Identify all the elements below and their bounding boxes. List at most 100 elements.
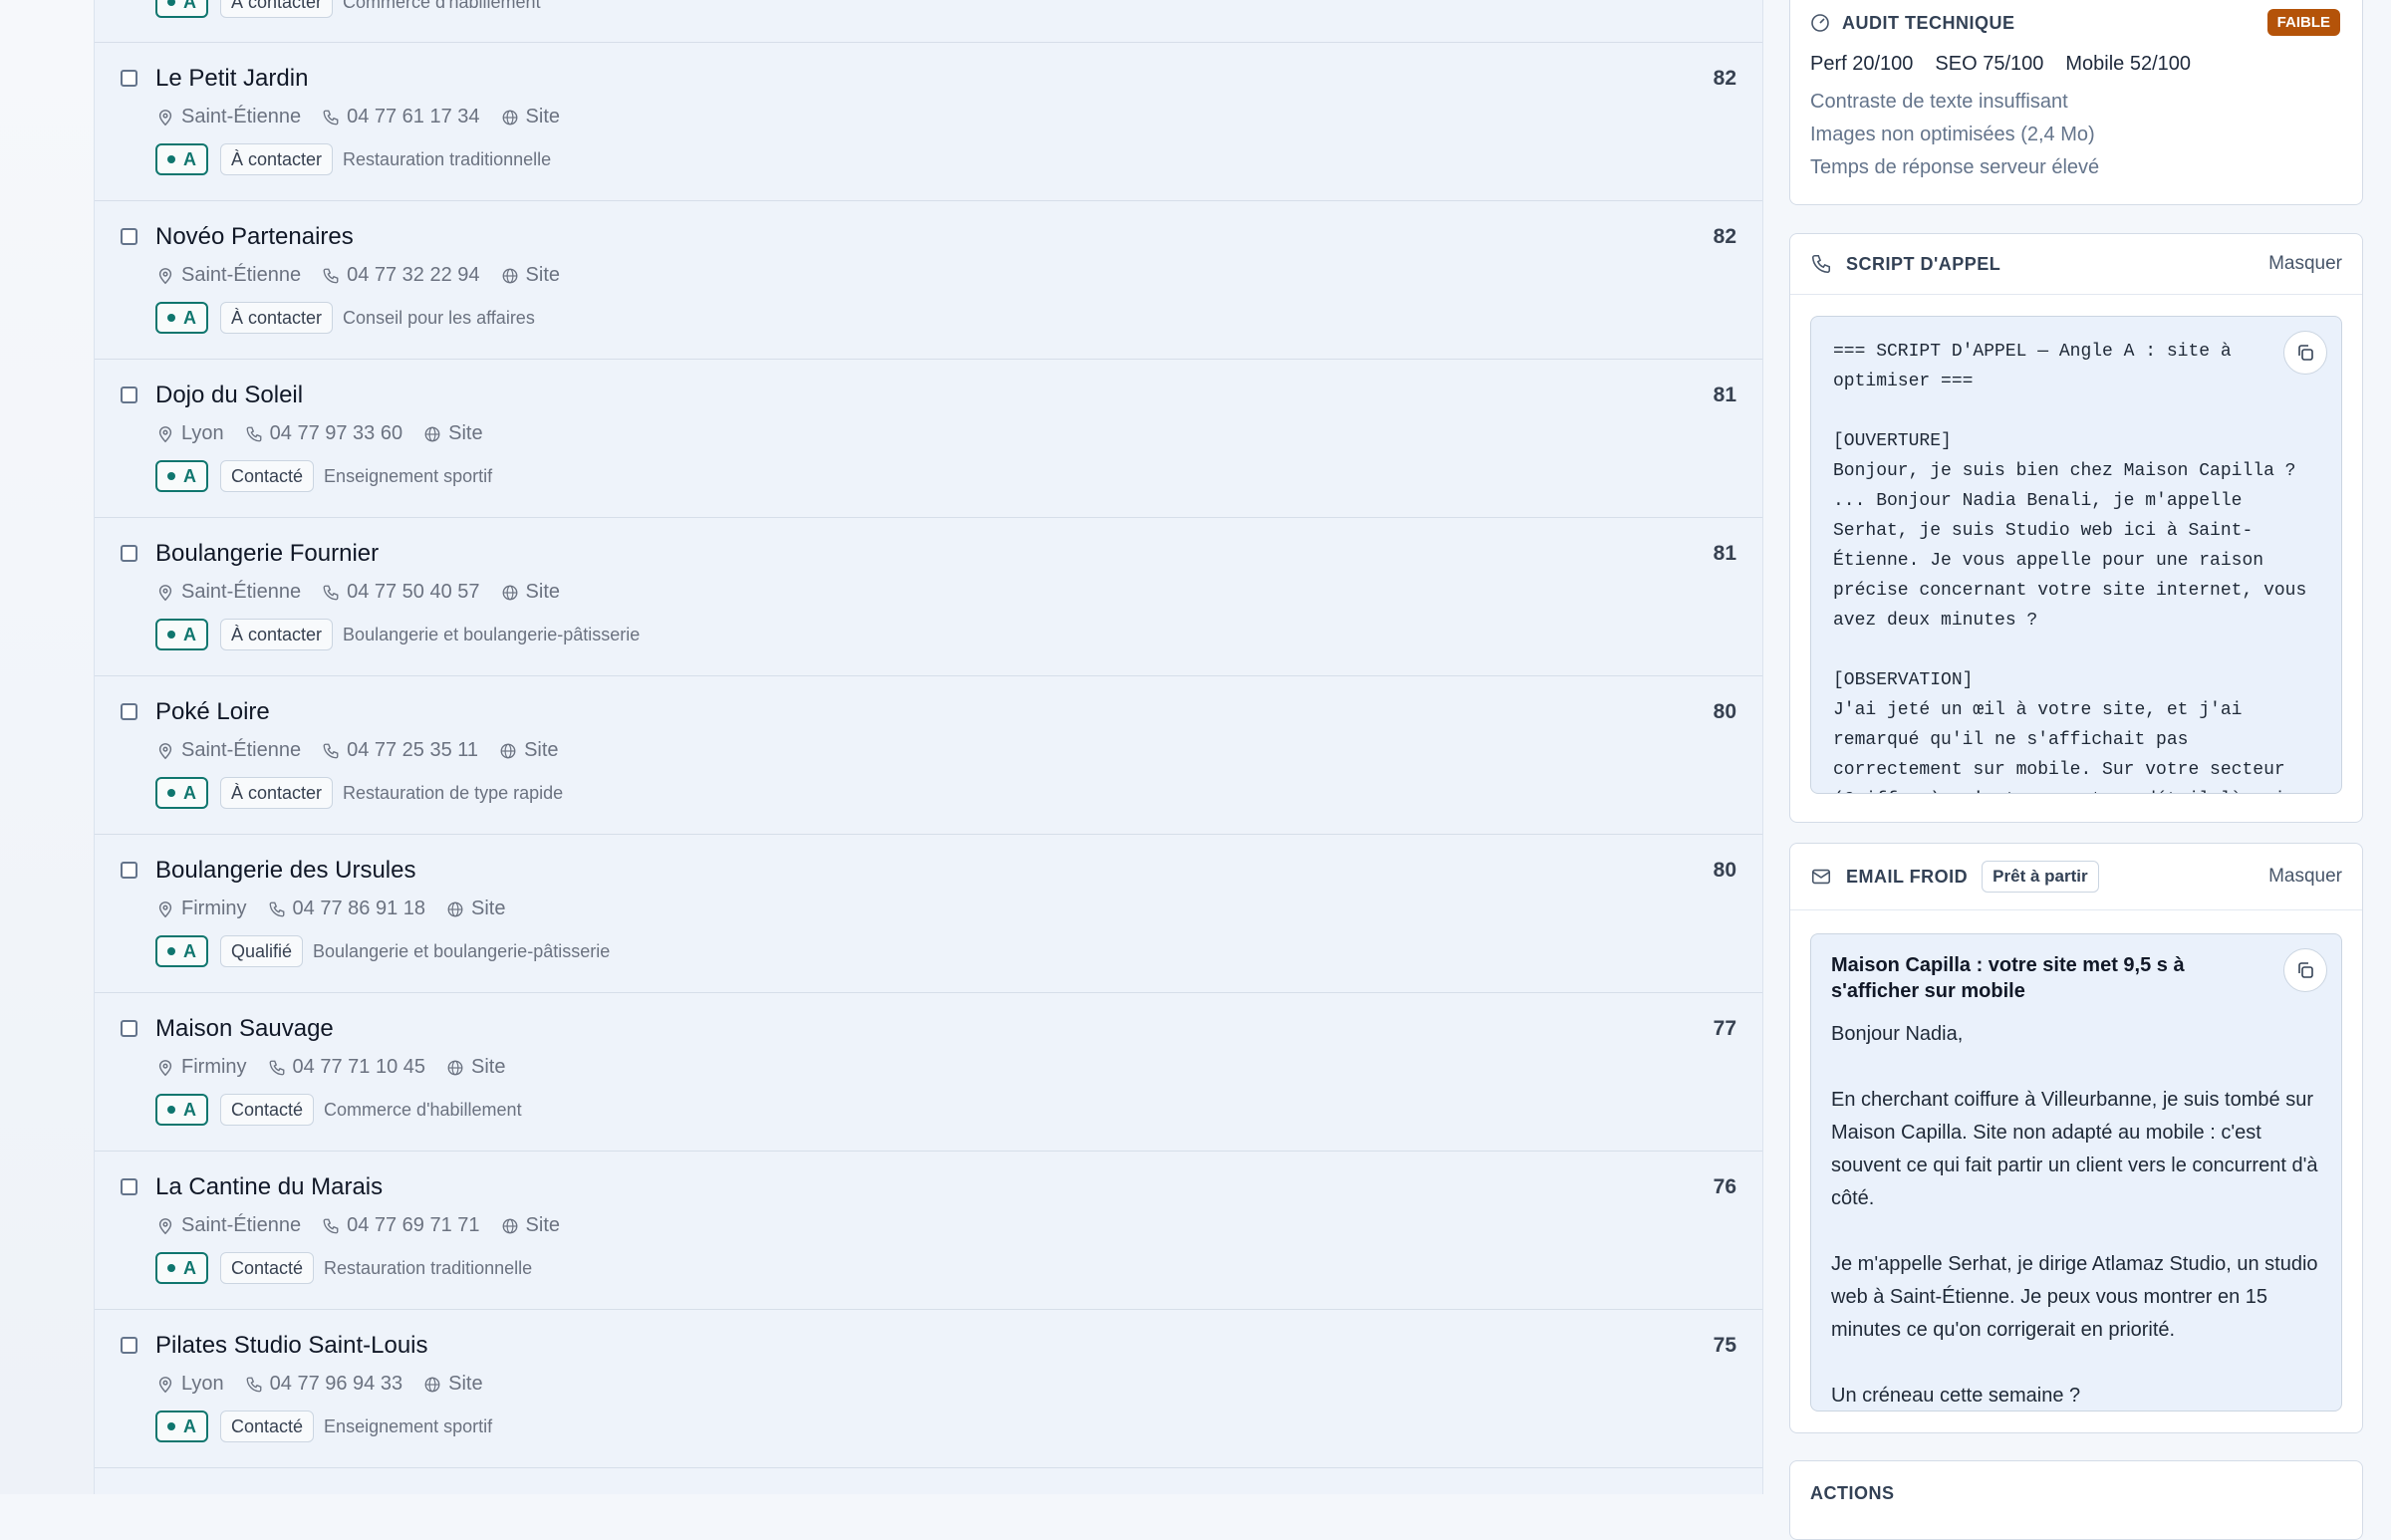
lead-city: Saint-Étienne bbox=[155, 106, 301, 128]
lead-site-link[interactable]: Site bbox=[500, 1214, 560, 1237]
lead-checkbox[interactable] bbox=[121, 386, 137, 403]
globe-icon bbox=[500, 108, 520, 128]
lead-name[interactable]: Novéo Partenaires bbox=[155, 223, 354, 251]
phone-icon bbox=[321, 741, 341, 761]
lead-row[interactable]: Boulangerie Fournier 81 Saint-Étienne 04 77… bbox=[95, 518, 1762, 676]
lead-name[interactable]: Poké Loire bbox=[155, 698, 270, 726]
lead-checkbox[interactable] bbox=[121, 545, 137, 562]
angle-dot-icon bbox=[167, 0, 175, 6]
status-tag[interactable]: À contacter bbox=[220, 143, 334, 175]
status-tag[interactable]: À contacter bbox=[220, 619, 334, 650]
status-tag[interactable]: Contacté bbox=[220, 1094, 315, 1126]
lead-row[interactable]: Poké Loire 80 Saint-Étienne 04 77 25 35 11 S… bbox=[95, 676, 1762, 835]
lead-checkbox[interactable] bbox=[121, 228, 137, 245]
lead-checkbox[interactable] bbox=[121, 703, 137, 720]
cold-email-card: EMAIL FROID Prêt à partir Masquer Maison… bbox=[1789, 843, 2363, 1433]
lead-row[interactable]: Boulangerie des Ursules 80 Firminy 04 77 86… bbox=[95, 835, 1762, 993]
phone-icon bbox=[267, 1058, 287, 1078]
lead-tags: A Contacté Commerce d'habillement bbox=[155, 1094, 522, 1126]
status-tag[interactable]: Qualifié bbox=[220, 935, 304, 967]
status-tag[interactable]: Contacté bbox=[220, 460, 315, 492]
lead-site-link[interactable]: Site bbox=[498, 739, 559, 762]
lead-meta: Saint-Étienne 04 77 61 17 34 Site bbox=[155, 106, 580, 128]
lead-name[interactable]: Pilates Studio Saint-Louis bbox=[155, 1332, 428, 1360]
map-pin-icon bbox=[155, 1375, 175, 1395]
lead-site-link[interactable]: Site bbox=[500, 581, 560, 604]
lead-city: Saint-Étienne bbox=[155, 739, 301, 762]
category-text: Commerce d'habillement bbox=[343, 0, 541, 12]
lead-row[interactable]: Maison Sauvage 77 Firminy 04 77 71 10 45 Sit… bbox=[95, 993, 1762, 1152]
email-box: Maison Capilla : votre site met 9,5 s à … bbox=[1810, 933, 2342, 1412]
lead-checkbox[interactable] bbox=[121, 1178, 137, 1195]
lead-checkbox[interactable] bbox=[121, 1337, 137, 1354]
lead-phone[interactable]: 04 77 86 91 18 bbox=[267, 898, 425, 920]
lead-score: 81 bbox=[1713, 542, 1736, 565]
lead-meta: Saint-Étienne 04 77 69 71 71 Site bbox=[155, 1214, 580, 1237]
lead-tags: A Qualifié Boulangerie et boulangerie-pâti… bbox=[155, 935, 610, 967]
status-tag[interactable]: Contacté bbox=[220, 1252, 315, 1284]
lead-site-link[interactable]: Site bbox=[445, 1056, 505, 1079]
lead-meta: Saint-Étienne 04 77 25 35 11 Site bbox=[155, 739, 579, 762]
lead-phone[interactable]: 04 77 32 22 94 bbox=[321, 264, 480, 287]
status-tag[interactable]: À contacter bbox=[220, 0, 334, 18]
lead-phone[interactable]: 04 77 25 35 11 bbox=[321, 739, 478, 762]
lead-name[interactable]: Boulangerie des Ursules bbox=[155, 857, 415, 885]
status-tag[interactable]: Contacté bbox=[220, 1411, 315, 1442]
angle-dot-icon bbox=[167, 1106, 175, 1114]
lead-site-link[interactable]: Site bbox=[500, 106, 560, 128]
lead-phone[interactable]: 04 77 50 40 57 bbox=[321, 581, 480, 604]
lead-row[interactable]: Dojo du Soleil 81 Lyon 04 77 97 33 60 Site A C… bbox=[95, 360, 1762, 518]
lead-phone[interactable]: 04 77 96 94 33 bbox=[244, 1373, 402, 1396]
lead-site-link[interactable]: Site bbox=[445, 898, 505, 920]
lead-row[interactable]: Pilates Studio Saint-Louis 75 Lyon 04 77 96… bbox=[95, 1310, 1762, 1468]
lead-tags: A Contacté Enseignement sportif bbox=[155, 1411, 492, 1442]
audit-title: AUDIT TECHNIQUE bbox=[1842, 12, 2015, 33]
lead-row[interactable]: Le Petit Jardin 82 Saint-Étienne 04 77 61 1… bbox=[95, 43, 1762, 201]
lead-row-partial-tags: A À contacter Commerce d'habillement bbox=[155, 0, 541, 18]
call-script-card: SCRIPT D'APPEL Masquer === SCRIPT D'APPE… bbox=[1789, 233, 2363, 823]
lead-tags: A À contacter Conseil pour les affaires bbox=[155, 302, 535, 334]
category-text: Conseil pour les affaires bbox=[343, 307, 535, 328]
lead-phone[interactable]: 04 77 69 71 71 bbox=[321, 1214, 480, 1237]
lead-score: 77 bbox=[1713, 1017, 1736, 1040]
copy-script-button[interactable] bbox=[2283, 331, 2327, 375]
lead-checkbox[interactable] bbox=[121, 70, 137, 87]
lead-site-link[interactable]: Site bbox=[500, 264, 560, 287]
lead-name[interactable]: Le Petit Jardin bbox=[155, 65, 308, 93]
lead-city: Saint-Étienne bbox=[155, 264, 301, 287]
lead-row[interactable]: Novéo Partenaires 82 Saint-Étienne 04 77 32… bbox=[95, 201, 1762, 360]
hide-script-button[interactable]: Masquer bbox=[2268, 253, 2342, 275]
status-tag[interactable]: À contacter bbox=[220, 302, 334, 334]
lead-row[interactable]: La Cantine du Marais 76 Saint-Étienne 04 77… bbox=[95, 1152, 1762, 1310]
lead-name[interactable]: Dojo du Soleil bbox=[155, 382, 303, 409]
lead-site-link[interactable]: Site bbox=[422, 422, 483, 445]
lead-checkbox[interactable] bbox=[121, 1020, 137, 1037]
copy-icon bbox=[2298, 962, 2313, 978]
status-tag[interactable]: À contacter bbox=[220, 777, 334, 809]
angle-badge: A bbox=[155, 777, 208, 809]
lead-site-link[interactable]: Site bbox=[422, 1373, 483, 1396]
lead-checkbox[interactable] bbox=[121, 862, 137, 879]
lead-tags: A À contacter Boulangerie et boulangerie-p… bbox=[155, 619, 640, 650]
lead-name[interactable]: Boulangerie Fournier bbox=[155, 540, 379, 568]
angle-badge: A bbox=[155, 1094, 208, 1126]
hide-email-button[interactable]: Masquer bbox=[2268, 866, 2342, 888]
lead-phone[interactable]: 04 77 61 17 34 bbox=[321, 106, 480, 128]
audit-issue: Temps de réponse serveur élevé bbox=[1810, 156, 2100, 178]
phone-icon bbox=[1810, 253, 1832, 275]
lead-tags: A Contacté Restauration traditionnelle bbox=[155, 1252, 532, 1284]
lead-score: 81 bbox=[1713, 384, 1736, 406]
lead-row-partial[interactable]: A À contacter Commerce d'habillement bbox=[95, 0, 1762, 43]
map-pin-icon bbox=[155, 1216, 175, 1236]
lead-name[interactable]: La Cantine du Marais bbox=[155, 1173, 383, 1201]
email-status-badge: Prêt à partir bbox=[1982, 861, 2099, 893]
audit-issue: Images non optimisées (2,4 Mo) bbox=[1810, 124, 2095, 145]
map-pin-icon bbox=[155, 424, 175, 444]
copy-email-button[interactable] bbox=[2283, 948, 2327, 992]
lead-name[interactable]: Maison Sauvage bbox=[155, 1015, 334, 1043]
lead-phone[interactable]: 04 77 71 10 45 bbox=[267, 1056, 425, 1079]
lead-score: 75 bbox=[1713, 1334, 1736, 1357]
category-text: Enseignement sportif bbox=[324, 1415, 493, 1436]
lead-phone[interactable]: 04 77 97 33 60 bbox=[244, 422, 402, 445]
angle-dot-icon bbox=[167, 472, 175, 480]
